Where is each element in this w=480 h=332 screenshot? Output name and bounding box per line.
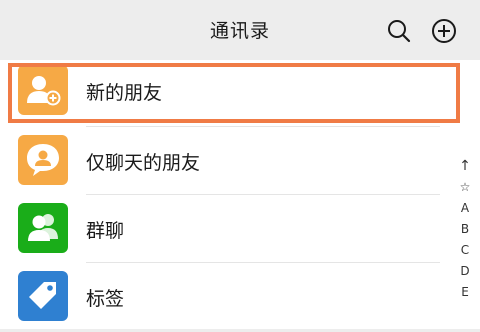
contacts-menu-item-group-chats[interactable]: 群聊 xyxy=(0,198,480,264)
index-item-b[interactable]: B xyxy=(452,219,478,240)
add-friend-icon xyxy=(18,65,68,115)
index-item-star[interactable]: ☆ xyxy=(452,177,478,198)
index-item-d[interactable]: D xyxy=(452,261,478,282)
divider xyxy=(86,126,440,127)
index-item-top[interactable]: ↑ xyxy=(452,156,478,177)
top-bar: 通讯录 xyxy=(0,0,480,60)
contacts-menu-item-tags[interactable]: 标签 xyxy=(0,266,480,332)
chat-only-friend-icon xyxy=(18,135,68,185)
contacts-menu-item-chat-only-friends[interactable]: 仅聊天的朋友 xyxy=(0,130,480,196)
tag-icon xyxy=(18,271,68,321)
add-circle-icon[interactable] xyxy=(430,17,458,45)
contacts-menu-item-new-friends[interactable]: 新的朋友 xyxy=(0,60,480,126)
index-item-c[interactable]: C xyxy=(452,240,478,261)
contacts-menu-label: 群聊 xyxy=(86,220,125,242)
index-item-e[interactable]: E xyxy=(452,282,478,303)
contacts-menu-label: 标签 xyxy=(86,288,125,310)
alphabet-index-bar[interactable]: ↑ ☆ A B C D E xyxy=(452,156,478,303)
contacts-menu-label: 新的朋友 xyxy=(86,82,163,104)
group-chat-icon xyxy=(18,203,68,253)
divider xyxy=(86,194,440,195)
index-item-a[interactable]: A xyxy=(452,198,478,219)
contacts-menu-list: 新的朋友 仅聊天的朋友 群聊 标签 xyxy=(0,60,480,329)
search-icon[interactable] xyxy=(385,17,413,45)
contacts-menu-label: 仅聊天的朋友 xyxy=(86,152,201,174)
divider xyxy=(86,262,440,263)
